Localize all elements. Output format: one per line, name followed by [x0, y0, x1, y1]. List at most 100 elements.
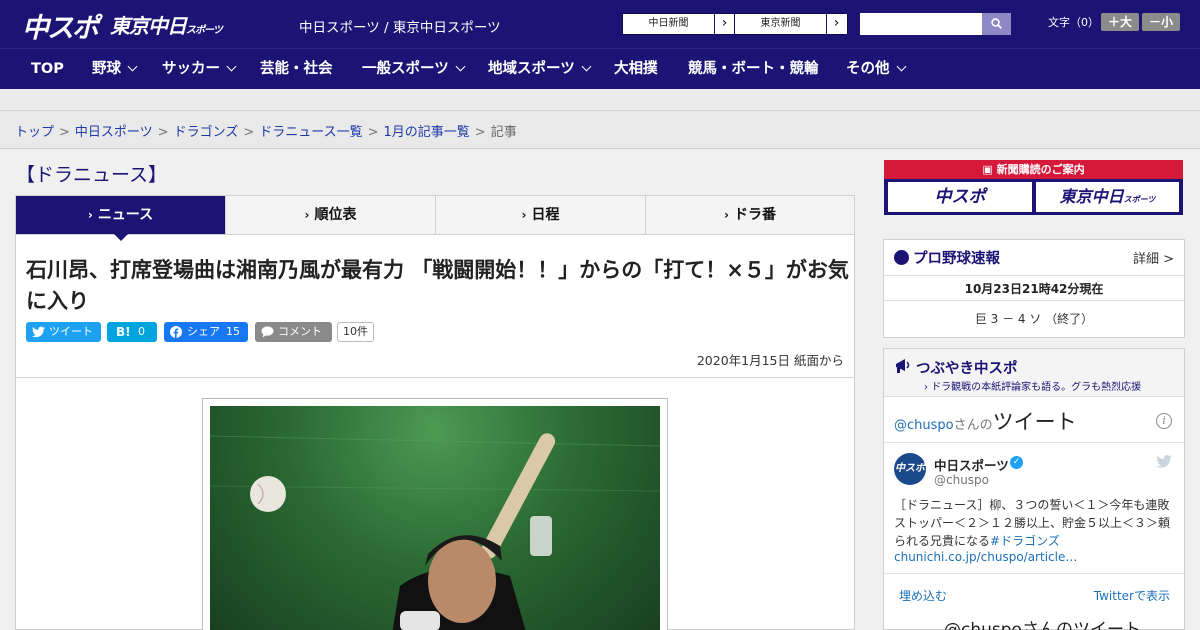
logo-tokyo-chunichi[interactable]: 東京中日スポーツ — [110, 10, 223, 39]
nav-item-sumo[interactable]: 大相撲 — [614, 49, 658, 90]
chevron-right-icon: › — [87, 208, 93, 222]
speech-bubble-icon — [261, 326, 274, 338]
breadcrumb-separator: > — [367, 125, 379, 140]
tweet-account-handle[interactable]: @chuspo — [934, 473, 989, 487]
score-game-row[interactable]: 巨 3 － 4 ソ （終了） — [884, 310, 1184, 327]
site-links[interactable]: 中日スポーツ / 東京中日スポーツ — [299, 16, 501, 36]
breadcrumb-link-chuspo[interactable]: 中日スポーツ — [75, 125, 153, 140]
nav-item-entertainment[interactable]: 芸能・社会 — [260, 49, 333, 90]
search-icon — [991, 18, 1002, 29]
twitter-widget-subtitle: › ドラ観戦の本紙評論家も語る。グラも熱烈応援 — [924, 378, 1141, 393]
logo-tokyo-chunichi-small: スポーツ — [186, 25, 223, 36]
pro-baseball-title: プロ野球速報 — [913, 251, 1000, 267]
subscription-ad-heading: ▣ 新聞購読のご案内 — [884, 160, 1183, 179]
chevron-right-icon: › — [521, 208, 527, 222]
article-photo[interactable] — [210, 406, 660, 630]
breadcrumb-link-top[interactable]: トップ — [15, 125, 54, 140]
font-size-label: 文字（0） — [1048, 16, 1099, 29]
search-button[interactable] — [982, 13, 1011, 35]
divider — [884, 275, 1184, 276]
tweet-link[interactable]: chunichi.co.jp/chuspo/article… — [894, 550, 1077, 564]
tab-standings[interactable]: › 順位表 — [226, 196, 436, 234]
active-tab-indicator — [114, 234, 128, 241]
chevron-down-icon — [226, 61, 237, 72]
tweet-hashtag[interactable]: #ドラゴンズ — [990, 534, 1060, 548]
embed-link[interactable]: 埋め込む — [899, 587, 947, 604]
subscription-ad[interactable]: ▣ 新聞購読のご案内 中スポ 東京中日スポーツ — [884, 160, 1183, 215]
nav-item-local-sports[interactable]: 地域スポーツ — [488, 49, 592, 90]
chevron-down-icon — [896, 61, 906, 72]
comment-button[interactable]: コメント — [255, 322, 332, 342]
search-input[interactable] — [860, 13, 982, 35]
nav-label: その他 — [846, 61, 890, 77]
chevron-right-icon: › — [724, 208, 729, 222]
top-header: 中スポ 東京中日スポーツ 中日スポーツ / 東京中日スポーツ 中日新聞 › 東京… — [0, 0, 1200, 48]
megaphone-icon — [896, 359, 910, 373]
main-nav: TOP 野球 サッカー 芸能・社会 一般スポーツ 地域スポーツ 大相撲 競馬・ボ… — [0, 48, 1200, 89]
info-icon[interactable]: i — [1156, 413, 1172, 429]
tab-news[interactable]: › ニュース — [16, 196, 226, 234]
breadcrumb: トップ > 中日スポーツ > ドラゴンズ > ドラニュース一覧 >1月の記事一覧 > 記事 — [15, 121, 517, 140]
ad-brand-chuspo[interactable]: 中スポ — [888, 182, 1032, 212]
font-smaller-button[interactable]: －小 — [1142, 13, 1180, 31]
tab-schedule[interactable]: › 日程 — [436, 196, 646, 234]
nav-item-general-sports[interactable]: 一般スポーツ — [362, 49, 466, 90]
chevron-right-icon: › — [721, 15, 728, 31]
nav-label: TOP — [31, 61, 64, 77]
twitter-timeline-heading[interactable]: @chuspoさんのツイート — [894, 406, 1077, 436]
tweet-account-name[interactable]: 中日スポーツ — [934, 455, 1009, 474]
article-photo-frame — [202, 398, 668, 630]
breadcrumb-link-dragons[interactable]: ドラゴンズ — [174, 125, 239, 140]
comment-count[interactable]: 10件 — [337, 322, 374, 342]
facebook-share-button[interactable]: シェア 15 — [164, 322, 248, 342]
nav-item-other[interactable]: その他 — [846, 49, 906, 90]
nav-item-soccer[interactable]: サッカー — [162, 49, 237, 90]
twitter-more-heading[interactable]: @chuspoさんのツイート — [944, 615, 1141, 630]
score-detail-link[interactable]: 詳細 > — [1133, 248, 1174, 267]
tweet-label: ツイート — [49, 325, 93, 338]
divider — [16, 377, 854, 378]
nav-item-baseball[interactable]: 野球 — [92, 49, 138, 90]
baseball-icon — [894, 250, 909, 265]
twitter-handle-suffix: さんの — [953, 418, 993, 433]
avatar[interactable]: 中スポ — [894, 453, 926, 485]
subscription-ad-heading-text: 新聞購読のご案内 — [996, 163, 1085, 176]
nav-label: サッカー — [162, 61, 220, 77]
breadcrumb-link-month[interactable]: 1月の記事一覧 — [384, 125, 470, 140]
newspaper-icon: ▣ — [982, 163, 997, 176]
nav-label: 一般スポーツ — [362, 61, 449, 77]
twitter-widget-header: つぶやき中スポ › ドラ観戦の本紙評論家も語る。グラも熱烈応援 — [884, 349, 1184, 397]
nav-label: 芸能・社会 — [260, 61, 333, 77]
chunichi-shimbun-button[interactable]: 中日新聞 › — [622, 13, 736, 35]
hatena-icon: B! — [116, 325, 131, 339]
chevron-down-icon — [455, 61, 466, 72]
hatena-bookmark-button[interactable]: B! 0 — [107, 322, 157, 342]
twitter-widget-subtitle-text: ドラ観戦の本紙評論家も語る。グラも熱烈応援 — [931, 382, 1142, 393]
divider — [884, 573, 1184, 574]
font-larger-button[interactable]: ＋大 — [1101, 13, 1139, 31]
logo-chuspo[interactable]: 中スポ — [22, 6, 99, 45]
verified-badge-icon: ✓ — [1010, 456, 1023, 469]
score-updated-time: 10月23日21時42分現在 — [964, 282, 1104, 296]
section-tabs: › ニュース › 順位表 › 日程 › ドラ番 — [15, 195, 855, 235]
tokyo-shimbun-label: 東京新聞 — [735, 14, 827, 34]
tab-reporters[interactable]: › ドラ番 — [646, 196, 854, 234]
chevron-right-icon: › — [304, 208, 310, 222]
tweet-button[interactable]: ツイート — [26, 322, 101, 342]
pro-baseball-scores: プロ野球速報 詳細 > 10月23日21時42分現在 巨 3 － 4 ソ （終了… — [883, 239, 1185, 338]
ad-brand-tokyo-chunichi-text: 東京中日 — [1059, 187, 1124, 206]
view-on-twitter-link[interactable]: Twitterで表示 — [1094, 587, 1170, 604]
tab-label: 順位表 — [314, 207, 357, 223]
twitter-bird-icon — [1156, 455, 1172, 468]
divider — [884, 300, 1184, 301]
ad-brand-tokyo-chunichi[interactable]: 東京中日スポーツ — [1036, 182, 1179, 212]
batting-player-illustration — [210, 433, 660, 630]
tokyo-shimbun-button[interactable]: 東京新聞 › — [734, 13, 848, 35]
chevron-down-icon — [581, 61, 592, 72]
breadcrumb-link-news-list[interactable]: ドラニュース一覧 — [259, 125, 362, 140]
breadcrumb-separator: > — [243, 125, 255, 140]
nav-item-racing[interactable]: 競馬・ボート・競輪 — [688, 49, 819, 90]
nav-item-top[interactable]: TOP — [31, 49, 64, 90]
twitter-widget: つぶやき中スポ › ドラ観戦の本紙評論家も語る。グラも熱烈応援 @chuspoさ… — [883, 348, 1185, 630]
logo-tokyo-chunichi-text: 東京中日 — [110, 14, 187, 38]
